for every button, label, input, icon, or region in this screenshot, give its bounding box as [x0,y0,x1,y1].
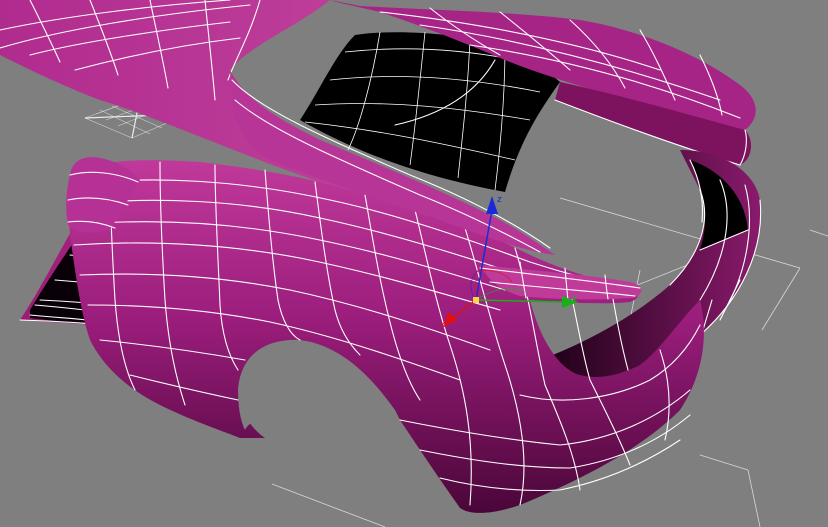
pivot-center-icon[interactable] [473,297,479,303]
y-axis-label: y [572,293,578,303]
z-axis-label: z [497,195,502,205]
3d-viewport[interactable]: x y z [0,0,828,527]
x-axis-label: x [440,320,446,330]
